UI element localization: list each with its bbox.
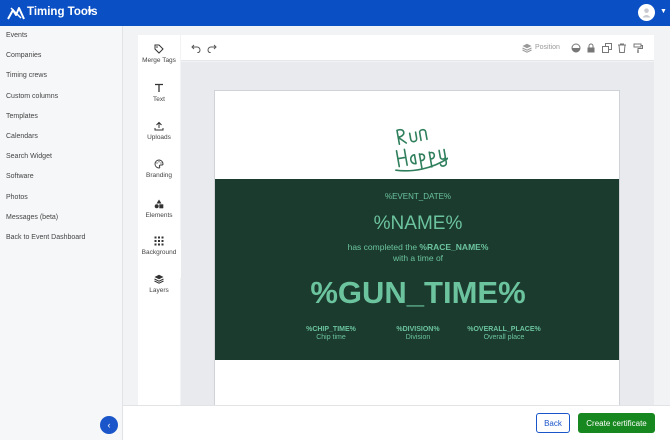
top-bar: Timing Tools ▼ ▼ xyxy=(0,0,670,26)
certificate-preview[interactable]: %EVENT_DATE% %NAME% has completed the %R… xyxy=(214,90,620,406)
editor-tools-panel: Merge Tags Text Uploads Branding Element… xyxy=(138,35,180,405)
race-name-tag: %RACE_NAME% xyxy=(419,242,489,252)
tool-uploads[interactable]: Uploads xyxy=(138,121,180,141)
tool-label: Text xyxy=(153,96,165,103)
redo-icon[interactable] xyxy=(207,43,217,53)
editor-toolbar xyxy=(181,35,654,61)
overall-place-label: Overall place xyxy=(483,334,525,341)
completion-text[interactable]: has completed the %RACE_NAME% xyxy=(215,242,619,252)
lock-icon[interactable] xyxy=(586,43,596,53)
tool-label: Uploads xyxy=(147,134,171,141)
undo-icon[interactable] xyxy=(191,43,201,53)
sidebar-item-photos[interactable]: Photos xyxy=(6,194,28,201)
tool-label: Elements xyxy=(145,212,173,219)
upload-icon xyxy=(154,121,164,131)
tool-branding[interactable]: Branding xyxy=(138,159,180,179)
sidebar-item-timing-crews[interactable]: Timing crews xyxy=(6,72,47,79)
completion-prefix: has completed the xyxy=(347,242,420,252)
tool-text[interactable]: Text xyxy=(138,83,180,103)
duplicate-icon[interactable] xyxy=(602,43,612,53)
event-date-tag[interactable]: %EVENT_DATE% xyxy=(215,192,619,201)
create-certificate-button[interactable]: Create certificate xyxy=(578,413,655,433)
participant-name-tag[interactable]: %NAME% xyxy=(215,213,619,235)
tool-label: Layers xyxy=(149,287,169,294)
tool-label: Branding xyxy=(145,172,173,179)
sidebar xyxy=(0,26,123,440)
position-layers-icon[interactable] xyxy=(522,43,532,53)
overall-place-tag: %OVERALL_PLACE% xyxy=(467,326,541,333)
tag-icon xyxy=(154,44,164,54)
tool-label: Background xyxy=(141,249,177,256)
back-button[interactable]: Back xyxy=(536,413,570,433)
text-icon xyxy=(155,83,163,92)
user-menu-chevron-down-icon[interactable]: ▼ xyxy=(660,8,667,15)
user-avatar[interactable] xyxy=(638,4,655,21)
grid-dots-icon xyxy=(154,236,164,246)
tool-merge-tags[interactable]: Merge Tags xyxy=(138,44,180,64)
paint-roller-icon[interactable] xyxy=(633,43,643,53)
gun-time-tag[interactable]: %GUN_TIME% xyxy=(215,275,619,311)
sidebar-item-events[interactable]: Events xyxy=(6,32,27,39)
layers-icon xyxy=(154,274,164,284)
user-icon xyxy=(642,8,651,18)
tool-background[interactable]: Background xyxy=(138,236,180,256)
tool-label: Merge Tags xyxy=(142,57,176,64)
tool-elements[interactable]: Elements xyxy=(138,199,180,219)
sidebar-item-search-widget[interactable]: Search Widget xyxy=(6,153,52,160)
overall-place-stat[interactable]: %OVERALL_PLACE% Overall place xyxy=(449,326,559,341)
tool-layers[interactable]: Layers xyxy=(138,274,180,294)
brand-menu-chevron-down-icon[interactable]: ▼ xyxy=(86,7,94,16)
delete-icon[interactable] xyxy=(617,43,627,53)
position-label[interactable]: Position xyxy=(535,44,560,51)
palette-icon xyxy=(154,159,164,169)
opacity-icon[interactable] xyxy=(571,43,581,53)
time-intro-text[interactable]: with a time of xyxy=(215,253,619,263)
sidebar-item-templates[interactable]: Templates xyxy=(6,113,38,120)
timing-tools-logo-icon[interactable] xyxy=(7,4,25,22)
shapes-icon xyxy=(154,199,164,209)
certificate-band: %EVENT_DATE% %NAME% has completed the %R… xyxy=(215,179,619,360)
sidebar-item-back-to-event-dashboard[interactable]: Back to Event Dashboard xyxy=(6,234,85,241)
sidebar-item-custom-columns[interactable]: Custom columns xyxy=(6,93,58,100)
sidebar-item-companies[interactable]: Companies xyxy=(6,52,41,59)
run-happy-logo[interactable] xyxy=(388,119,448,173)
sidebar-item-software[interactable]: Software xyxy=(6,173,34,180)
sidebar-item-messages[interactable]: Messages (beta) xyxy=(6,214,58,221)
sidebar-item-calendars[interactable]: Calendars xyxy=(6,133,38,140)
sidebar-collapse-button[interactable]: ‹ xyxy=(100,416,118,434)
